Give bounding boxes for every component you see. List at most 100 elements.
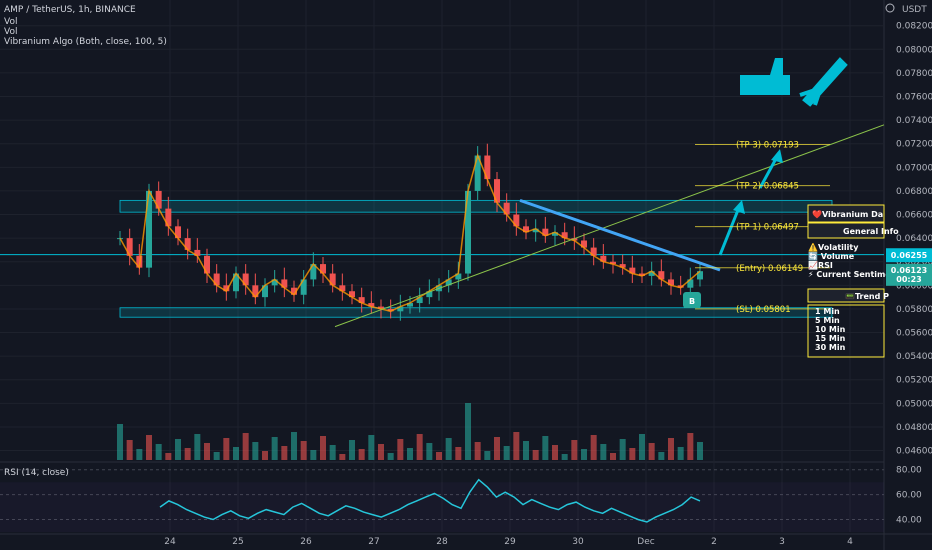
volume-bar xyxy=(262,451,268,460)
y-tick-label: 0.06400 xyxy=(896,234,932,244)
x-tick-label: 3 xyxy=(779,537,785,547)
x-tick-label: 29 xyxy=(504,537,516,547)
dashboard-timeframe: 5 Min xyxy=(815,316,840,325)
rsi-title: RSI (14, close) xyxy=(4,468,69,478)
volume-bar xyxy=(610,453,616,460)
symbol-title: AMP / TetherUS, 1h, BINANCE xyxy=(4,5,136,15)
volume-bar xyxy=(581,449,587,460)
dashboard-timeframe: 30 Min xyxy=(815,343,846,352)
y-tick-label: 0.04800 xyxy=(896,423,932,433)
volume-bar xyxy=(426,443,433,460)
volume-bar xyxy=(378,444,384,460)
volume-bar xyxy=(648,443,655,460)
dashboard-timeframe: 1 Min xyxy=(815,307,840,316)
y-tick-label: 0.07800 xyxy=(896,69,932,79)
buy-signal-label: B xyxy=(689,297,695,306)
price-tag-current-label: 0.06123 xyxy=(891,266,927,275)
rsi-band xyxy=(0,482,884,532)
indicator-label: Vol xyxy=(4,17,17,27)
volume-bar xyxy=(223,438,230,460)
x-tick-label: 30 xyxy=(572,537,584,547)
volume-bar xyxy=(542,436,549,460)
volume-bar xyxy=(571,440,578,460)
dashboard-trend: 📟Trend P xyxy=(845,292,889,301)
dashboard-item: 📈RSI xyxy=(808,260,833,270)
volume-bar xyxy=(368,435,375,460)
level-label: (TP 1) 0.06497 xyxy=(736,223,799,233)
volume-bar xyxy=(320,436,326,460)
x-tick-label: 2 xyxy=(711,537,717,547)
volume-bar xyxy=(397,439,404,460)
price-tag-high-label: 0.06255 xyxy=(891,251,928,260)
y-tick-label: 0.05200 xyxy=(896,376,932,386)
volume-bar xyxy=(455,447,462,460)
volume-bar xyxy=(639,434,645,460)
volume-bar xyxy=(687,433,694,460)
x-tick-label: 28 xyxy=(436,537,448,547)
volume-bar xyxy=(175,439,181,460)
volume-bar xyxy=(329,445,336,460)
dashboard-item: 🔄 Volume xyxy=(808,251,855,261)
volume-bar xyxy=(281,446,288,460)
volume-bar xyxy=(358,449,365,460)
y-tick-label: 0.07000 xyxy=(896,163,932,173)
volume-bar xyxy=(339,454,346,460)
volume-bar xyxy=(271,437,278,460)
y-tick-label: 0.05000 xyxy=(896,399,932,409)
rsi-tick-label: 80.00 xyxy=(896,466,922,476)
volume-bar xyxy=(213,452,220,460)
volume-bar xyxy=(494,437,500,460)
x-tick-label: 27 xyxy=(368,537,379,547)
volume-bar xyxy=(252,442,259,460)
volume-bar xyxy=(416,434,423,460)
volume-bar xyxy=(677,447,684,460)
level-label: (Entry) 0.06149 xyxy=(736,264,803,274)
volume-bar xyxy=(291,432,297,460)
dashboard-title: ❤️Vibranium Da xyxy=(812,210,883,219)
y-tick-label: 0.07600 xyxy=(896,93,932,103)
volume-bar xyxy=(146,435,152,460)
y-tick-label: 0.04600 xyxy=(896,447,932,457)
resistance-zone xyxy=(119,199,833,213)
volume-bar xyxy=(474,442,481,460)
volume-bar xyxy=(445,438,452,460)
indicator-label: Vol xyxy=(4,27,17,37)
volume-bar xyxy=(184,448,191,460)
y-tick-label: 0.06600 xyxy=(896,211,932,221)
volume-bar xyxy=(407,448,413,460)
volume-bar xyxy=(117,424,123,460)
dashboard-timeframe: 15 Min xyxy=(815,334,846,343)
volume-bar xyxy=(484,451,491,460)
volume-bar xyxy=(523,441,529,460)
volume-bar xyxy=(349,440,355,460)
volume-bar xyxy=(532,450,539,460)
rsi-tick-label: 40.00 xyxy=(896,516,922,526)
currency-label: USDT xyxy=(902,5,927,15)
volume-bar xyxy=(561,454,568,460)
volume-bar xyxy=(629,448,636,460)
volume-bar xyxy=(242,433,249,460)
x-tick-label: 25 xyxy=(232,537,243,547)
x-tick-label: 24 xyxy=(164,537,176,547)
chart-background xyxy=(0,0,932,550)
volume-bar xyxy=(465,403,471,460)
dashboard-timeframe: 10 Min xyxy=(815,325,846,334)
volume-bar xyxy=(552,445,558,460)
rsi-tick-label: 60.00 xyxy=(896,491,922,501)
x-tick-label: 4 xyxy=(847,537,853,547)
volume-bar xyxy=(300,441,307,460)
level-label: (SL) 0.05801 xyxy=(736,305,791,315)
y-tick-label: 0.07400 xyxy=(896,116,932,126)
volume-bar xyxy=(165,453,172,460)
volume-bar xyxy=(233,447,239,460)
y-tick-label: 0.05600 xyxy=(896,329,932,339)
volume-bar xyxy=(436,452,442,460)
volume-bar xyxy=(204,443,210,460)
volume-bar xyxy=(600,444,607,460)
price-chart[interactable]: 0.08200 0.08000 0.07800 0.07600 0.07400 0.072… xyxy=(0,0,932,550)
y-tick-label: 0.05800 xyxy=(896,305,932,315)
y-tick-label: 0.08200 xyxy=(896,22,932,32)
volume-bar xyxy=(136,449,143,460)
y-tick-label: 0.05400 xyxy=(896,352,932,362)
volume-bar xyxy=(126,440,133,460)
